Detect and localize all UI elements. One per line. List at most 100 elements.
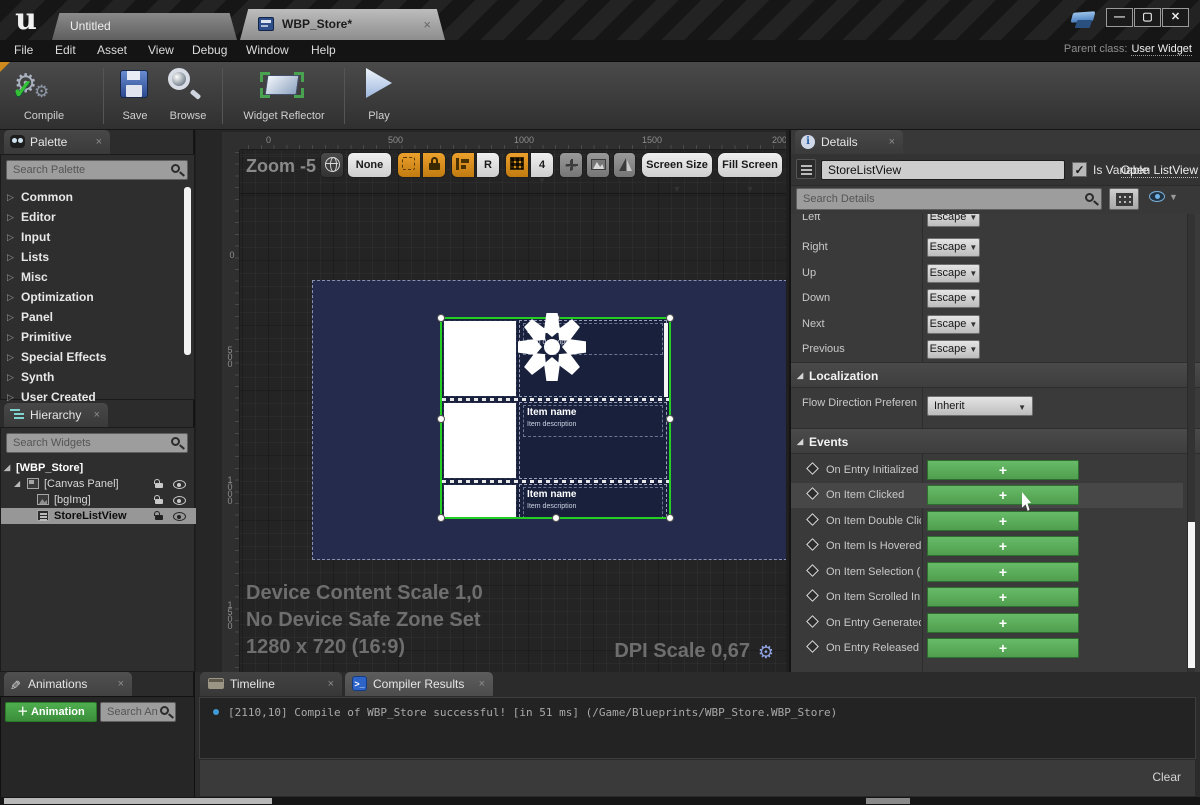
widget-name-input[interactable]: [821, 160, 1065, 180]
details-panel-tab[interactable]: i Details ×: [795, 130, 903, 154]
nav-rule-dropdown[interactable]: Escape ▼: [927, 214, 980, 227]
flow-direction-dropdown[interactable]: Inherit▼: [927, 396, 1033, 416]
listview-scrollbar[interactable]: [664, 323, 668, 397]
resize-handle[interactable]: [552, 514, 560, 522]
design-canvas[interactable]: Item name Item description Item name Ite…: [240, 150, 786, 672]
menu-asset[interactable]: Asset: [97, 43, 127, 57]
compile-button[interactable]: ⚙ ⚙ ✓ Compile: [10, 66, 78, 126]
dpi-settings-gear-icon[interactable]: ⚙: [758, 642, 774, 663]
localization-preview-button[interactable]: [320, 152, 344, 178]
palette-category-special-effects[interactable]: ▷Special Effects: [1, 347, 189, 367]
localization-section-header[interactable]: ◢ Localization: [791, 362, 1200, 388]
resize-handle[interactable]: [666, 314, 674, 322]
open-listview-link[interactable]: Open ListView: [1121, 163, 1198, 178]
hierarchy-item-wbp-store[interactable]: ◢[WBP_Store]: [1, 460, 196, 476]
hierarchy-panel-tab[interactable]: Hierarchy ×: [4, 403, 108, 427]
details-search-input[interactable]: [796, 188, 1102, 210]
close-icon[interactable]: ×: [94, 403, 100, 427]
snap-grid-toggle-button[interactable]: [505, 152, 529, 178]
lock-widgets-button[interactable]: [422, 152, 446, 178]
nav-rule-dropdown[interactable]: Escape ▼: [927, 289, 980, 308]
add-event-button[interactable]: +: [927, 613, 1079, 633]
palette-category-synth[interactable]: ▷Synth: [1, 367, 189, 387]
nav-rule-dropdown[interactable]: Escape ▼: [927, 238, 980, 257]
close-icon[interactable]: ×: [889, 130, 895, 154]
palette-category-input[interactable]: ▷Input: [1, 227, 189, 247]
browse-button[interactable]: Browse: [162, 66, 214, 126]
menu-help[interactable]: Help: [311, 43, 336, 57]
nav-rule-dropdown[interactable]: Escape ▼: [927, 340, 980, 359]
events-section-header[interactable]: ◢ Events: [791, 428, 1200, 454]
widget-anchor-button[interactable]: [559, 152, 583, 178]
grid-origin-r-button[interactable]: R: [476, 152, 500, 178]
scrollbar-thumb[interactable]: [866, 798, 910, 804]
add-event-button[interactable]: +: [927, 460, 1079, 480]
property-matrix-button[interactable]: [1109, 188, 1139, 210]
visibility-eye-icon[interactable]: [173, 496, 186, 505]
menu-edit[interactable]: Edit: [55, 43, 76, 57]
details-scrollbar-thumb[interactable]: [1188, 522, 1195, 668]
nav-rule-dropdown[interactable]: Escape ▼: [927, 264, 980, 283]
palette-category-optimization[interactable]: ▷Optimization: [1, 287, 189, 307]
widget-reflector-button[interactable]: Widget Reflector: [232, 66, 336, 126]
menu-debug[interactable]: Debug: [192, 43, 227, 57]
menu-window[interactable]: Window: [246, 43, 289, 57]
toggle-outlines-button[interactable]: [397, 152, 421, 178]
scrollbar-thumb[interactable]: [4, 798, 272, 804]
add-event-button[interactable]: +: [927, 638, 1079, 658]
asset-tab-wbp-store[interactable]: WBP_Store* ×: [240, 9, 445, 40]
palette-search-input[interactable]: [6, 160, 188, 180]
resize-handle[interactable]: [666, 514, 674, 522]
close-icon[interactable]: ×: [328, 672, 334, 696]
hierarchy-item-bgimg[interactable]: [bgImg]: [1, 492, 196, 508]
add-event-button[interactable]: +: [927, 536, 1079, 556]
hierarchy-item-canvas-panel[interactable]: ◢ [Canvas Panel]: [1, 476, 196, 492]
animations-panel-tab[interactable]: ✎ Animations ×: [4, 672, 132, 696]
preview-none-dropdown[interactable]: None: [347, 152, 392, 178]
palette-category-lists[interactable]: ▷Lists: [1, 247, 189, 267]
screen-size-dropdown[interactable]: Screen Size ▼: [641, 152, 713, 178]
resize-handle[interactable]: [437, 514, 445, 522]
add-event-button[interactable]: +: [927, 562, 1079, 582]
palette-panel-tab[interactable]: Palette ×: [4, 130, 110, 154]
save-button[interactable]: Save: [112, 66, 158, 126]
respect-locks-button[interactable]: [451, 152, 475, 178]
timeline-panel-tab[interactable]: Timeline ×: [200, 672, 342, 696]
list-entry[interactable]: Item name Item description: [442, 401, 669, 480]
fill-screen-dropdown[interactable]: Fill Screen ▼: [717, 152, 783, 178]
list-entry[interactable]: Item name Item description: [442, 483, 669, 517]
palette-category-editor[interactable]: ▷Editor: [1, 207, 189, 227]
compiler-results-panel-tab[interactable]: >_ Compiler Results ×: [345, 672, 493, 696]
visibility-eye-icon[interactable]: [173, 480, 186, 489]
close-icon[interactable]: ×: [423, 9, 431, 40]
visibility-eye-icon[interactable]: [173, 512, 186, 521]
add-event-button[interactable]: +: [927, 511, 1079, 531]
lock-open-icon[interactable]: [154, 495, 164, 505]
resize-handle[interactable]: [666, 415, 674, 423]
palette-scrollbar[interactable]: [184, 187, 191, 355]
maximize-button[interactable]: ▢: [1134, 8, 1161, 27]
flip-preview-button[interactable]: [613, 152, 636, 178]
palette-category-panel[interactable]: ▷Panel: [1, 307, 189, 327]
resize-handle[interactable]: [437, 314, 445, 322]
grid-snap-size-dropdown[interactable]: 4▾: [530, 152, 554, 178]
add-animation-button[interactable]: ＋ Animation: [5, 702, 97, 722]
close-icon[interactable]: ×: [479, 672, 485, 696]
menu-file[interactable]: File: [14, 43, 33, 57]
palette-category-common[interactable]: ▷Common: [1, 187, 189, 207]
nav-rule-dropdown[interactable]: Escape ▼: [927, 315, 980, 334]
palette-category-misc[interactable]: ▷Misc: [1, 267, 189, 287]
preview-background-button[interactable]: [586, 152, 610, 178]
add-event-button[interactable]: +: [927, 587, 1079, 607]
close-icon[interactable]: ×: [96, 130, 102, 154]
resize-handle[interactable]: [437, 415, 445, 423]
parent-class-value[interactable]: User Widget: [1131, 43, 1192, 56]
lock-open-icon[interactable]: [154, 479, 164, 489]
hierarchy-search-input[interactable]: [6, 433, 188, 453]
close-window-button[interactable]: ✕: [1162, 8, 1189, 27]
palette-category-primitive[interactable]: ▷Primitive: [1, 327, 189, 347]
lock-open-icon[interactable]: [154, 511, 164, 521]
menu-view[interactable]: View: [148, 43, 174, 57]
clear-log-button[interactable]: Clear: [1152, 770, 1181, 784]
close-icon[interactable]: ×: [118, 672, 124, 696]
